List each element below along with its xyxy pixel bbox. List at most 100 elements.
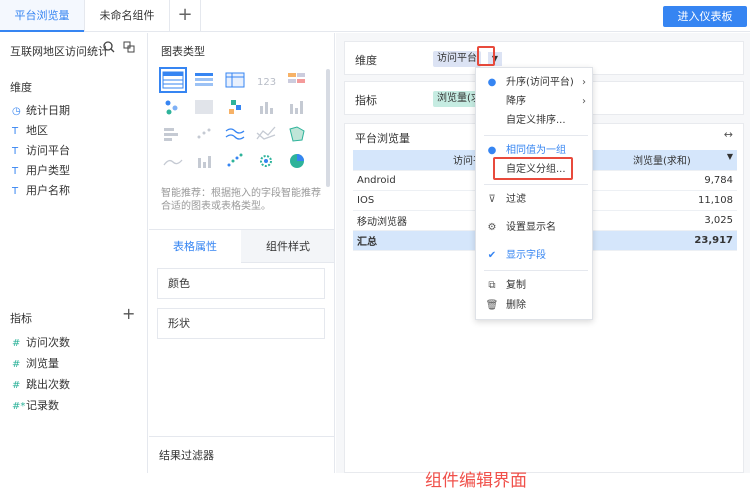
dimension-field[interactable]: T 用户名称 bbox=[12, 183, 70, 199]
bars-gray-2-icon[interactable] bbox=[285, 96, 309, 118]
dimension-field[interactable]: ◷ 统计日期 bbox=[12, 103, 70, 119]
map-icon[interactable] bbox=[285, 123, 309, 145]
dimension-field[interactable]: T 用户类型 bbox=[12, 163, 70, 179]
menu-item-label: 过滤 bbox=[506, 194, 526, 205]
wave-line-icon[interactable] bbox=[223, 123, 247, 145]
table-icon[interactable] bbox=[159, 67, 187, 93]
menu-divider bbox=[484, 135, 588, 136]
dataset-title[interactable]: 互联网地区访问统计 bbox=[10, 43, 109, 59]
clock-icon: ◷ bbox=[12, 106, 21, 117]
copy-icon: ⧉ bbox=[488, 280, 496, 291]
hash-star-icon: #* bbox=[12, 401, 26, 412]
bar-table-icon[interactable] bbox=[192, 69, 216, 91]
color-property[interactable]: 颜色 bbox=[157, 268, 325, 299]
filter-icon: ⊽ bbox=[488, 194, 496, 205]
text-T-icon: T bbox=[12, 126, 19, 137]
menu-item-display-name[interactable]: ⚙ 设置显示名 bbox=[476, 219, 594, 237]
menu-item-label: 删除 bbox=[506, 300, 526, 311]
blurred-chart-icon[interactable] bbox=[192, 96, 216, 118]
chart-type-scrollbar[interactable] bbox=[326, 69, 330, 187]
enter-dashboard-button[interactable]: 进入仪表板 bbox=[663, 6, 747, 27]
result-filter-section[interactable]: 结果过滤器 bbox=[149, 436, 334, 473]
menu-item-label: 升序(访问平台) bbox=[506, 77, 574, 88]
highlight-box bbox=[493, 157, 573, 180]
text-T-icon: T bbox=[12, 146, 19, 157]
table-cell: 11,108 bbox=[593, 190, 737, 211]
dimension-section-title: 维度 bbox=[10, 81, 32, 94]
menu-item-label: 设置显示名 bbox=[506, 222, 556, 233]
bars-mixed-icon[interactable] bbox=[192, 150, 216, 172]
add-tab-button[interactable]: + bbox=[170, 0, 200, 32]
tab-platform-views[interactable]: 平台浏览量 bbox=[0, 0, 84, 32]
pill-label: 访问平台 bbox=[437, 53, 477, 64]
tab-table-properties[interactable]: 表格属性 bbox=[149, 230, 241, 263]
widget-title: 平台浏览量 bbox=[355, 132, 410, 145]
field-label: 浏览量 bbox=[26, 357, 59, 370]
menu-item-custom-sort[interactable]: 自定义排序... bbox=[476, 112, 594, 130]
pie-icon[interactable] bbox=[285, 150, 309, 172]
trash-icon: 🗑 bbox=[485, 300, 499, 311]
cross-table-icon[interactable] bbox=[223, 69, 247, 91]
measure-field[interactable]: # 浏览量 bbox=[12, 356, 59, 372]
field-panel: 互联网地区访问统计 维度 ◷ 统计日期 T 地区 T 访问平台 T 用户类型 T 用户名称… bbox=[0, 33, 148, 473]
colored-dots-icon[interactable] bbox=[223, 96, 247, 118]
field-label: 统计日期 bbox=[26, 104, 70, 117]
measure-field[interactable]: #*记录数 bbox=[12, 398, 59, 414]
hash-icon: # bbox=[12, 380, 21, 391]
menu-item-delete[interactable]: 🗑 删除 bbox=[476, 297, 594, 315]
menu-item-show-field[interactable]: ✔ 显示字段 bbox=[476, 247, 594, 265]
bars-horizontal-icon[interactable] bbox=[161, 123, 185, 145]
menu-item-copy[interactable]: ⧉ 复制 bbox=[476, 277, 594, 295]
field-label: 记录数 bbox=[26, 399, 59, 412]
field-label: 访问平台 bbox=[26, 144, 70, 157]
gear-icon: ⚙ bbox=[487, 222, 497, 233]
switch-dataset-icon bbox=[123, 41, 135, 53]
menu-item-sort-desc[interactable]: 降序 › bbox=[476, 93, 594, 111]
selected-dot-icon: ● bbox=[487, 77, 497, 88]
svg-text:123: 123 bbox=[257, 77, 276, 88]
add-measure-button[interactable]: + bbox=[122, 304, 135, 323]
tab-component-style[interactable]: 组件样式 bbox=[242, 230, 334, 263]
highlight-box bbox=[477, 46, 495, 66]
gear-scatter-icon[interactable] bbox=[254, 150, 278, 172]
dataset-icons bbox=[103, 41, 139, 58]
sort-down-icon[interactable]: ▼ bbox=[727, 152, 733, 161]
menu-item-sort-asc[interactable]: ● 升序(访问平台) › bbox=[476, 74, 594, 92]
chevron-right-icon: › bbox=[582, 96, 586, 107]
menu-item-label: 降序 bbox=[506, 96, 526, 107]
menu-item-filter[interactable]: ⊽ 过滤 bbox=[476, 191, 594, 209]
chart-type-title: 图表类型 bbox=[161, 45, 205, 58]
table-cell: 3,025 bbox=[593, 210, 737, 231]
search-icon[interactable] bbox=[103, 41, 139, 55]
area-icon[interactable] bbox=[161, 150, 185, 172]
expand-width-icon[interactable]: ↔ bbox=[724, 128, 733, 141]
measure-field[interactable]: # 访问次数 bbox=[12, 335, 70, 351]
line-x-icon[interactable] bbox=[254, 123, 278, 145]
scatter-dots-icon[interactable] bbox=[161, 96, 185, 118]
text-T-icon: T bbox=[12, 186, 19, 197]
heat-table-icon[interactable] bbox=[285, 69, 309, 91]
tab-unnamed-component[interactable]: 未命名组件 bbox=[85, 0, 169, 32]
scatter-small-icon[interactable] bbox=[192, 123, 216, 145]
shape-property[interactable]: 形状 bbox=[157, 308, 325, 339]
measure-section-title: 指标 bbox=[10, 312, 32, 325]
field-label: 地区 bbox=[26, 124, 48, 137]
hash-icon: # bbox=[12, 359, 21, 370]
menu-divider bbox=[484, 184, 588, 185]
bars-gray-icon[interactable] bbox=[254, 96, 278, 118]
field-label: 访问次数 bbox=[26, 336, 70, 349]
field-label: 跳出次数 bbox=[26, 378, 70, 391]
dimension-field[interactable]: T 地区 bbox=[12, 123, 48, 139]
field-label: 用户类型 bbox=[26, 164, 70, 177]
chevron-right-icon: › bbox=[582, 77, 586, 88]
dimension-pill[interactable]: 访问平台 bbox=[433, 51, 481, 67]
column-header[interactable]: 浏览量(求和) ▼ bbox=[593, 150, 737, 171]
menu-item-label: 显示字段 bbox=[506, 250, 546, 261]
measure-field[interactable]: # 跳出次数 bbox=[12, 377, 70, 393]
number-123-icon[interactable]: 123 bbox=[254, 69, 278, 91]
field-context-menu: ● 升序(访问平台) › 降序 › 自定义排序... ● 相同值为一组 自定义分组...… bbox=[475, 67, 593, 320]
dot-scatter-icon[interactable] bbox=[223, 150, 247, 172]
dimension-field[interactable]: T 访问平台 bbox=[12, 143, 70, 159]
menu-divider bbox=[484, 270, 588, 271]
property-tabs: 表格属性 组件样式 bbox=[149, 229, 334, 263]
